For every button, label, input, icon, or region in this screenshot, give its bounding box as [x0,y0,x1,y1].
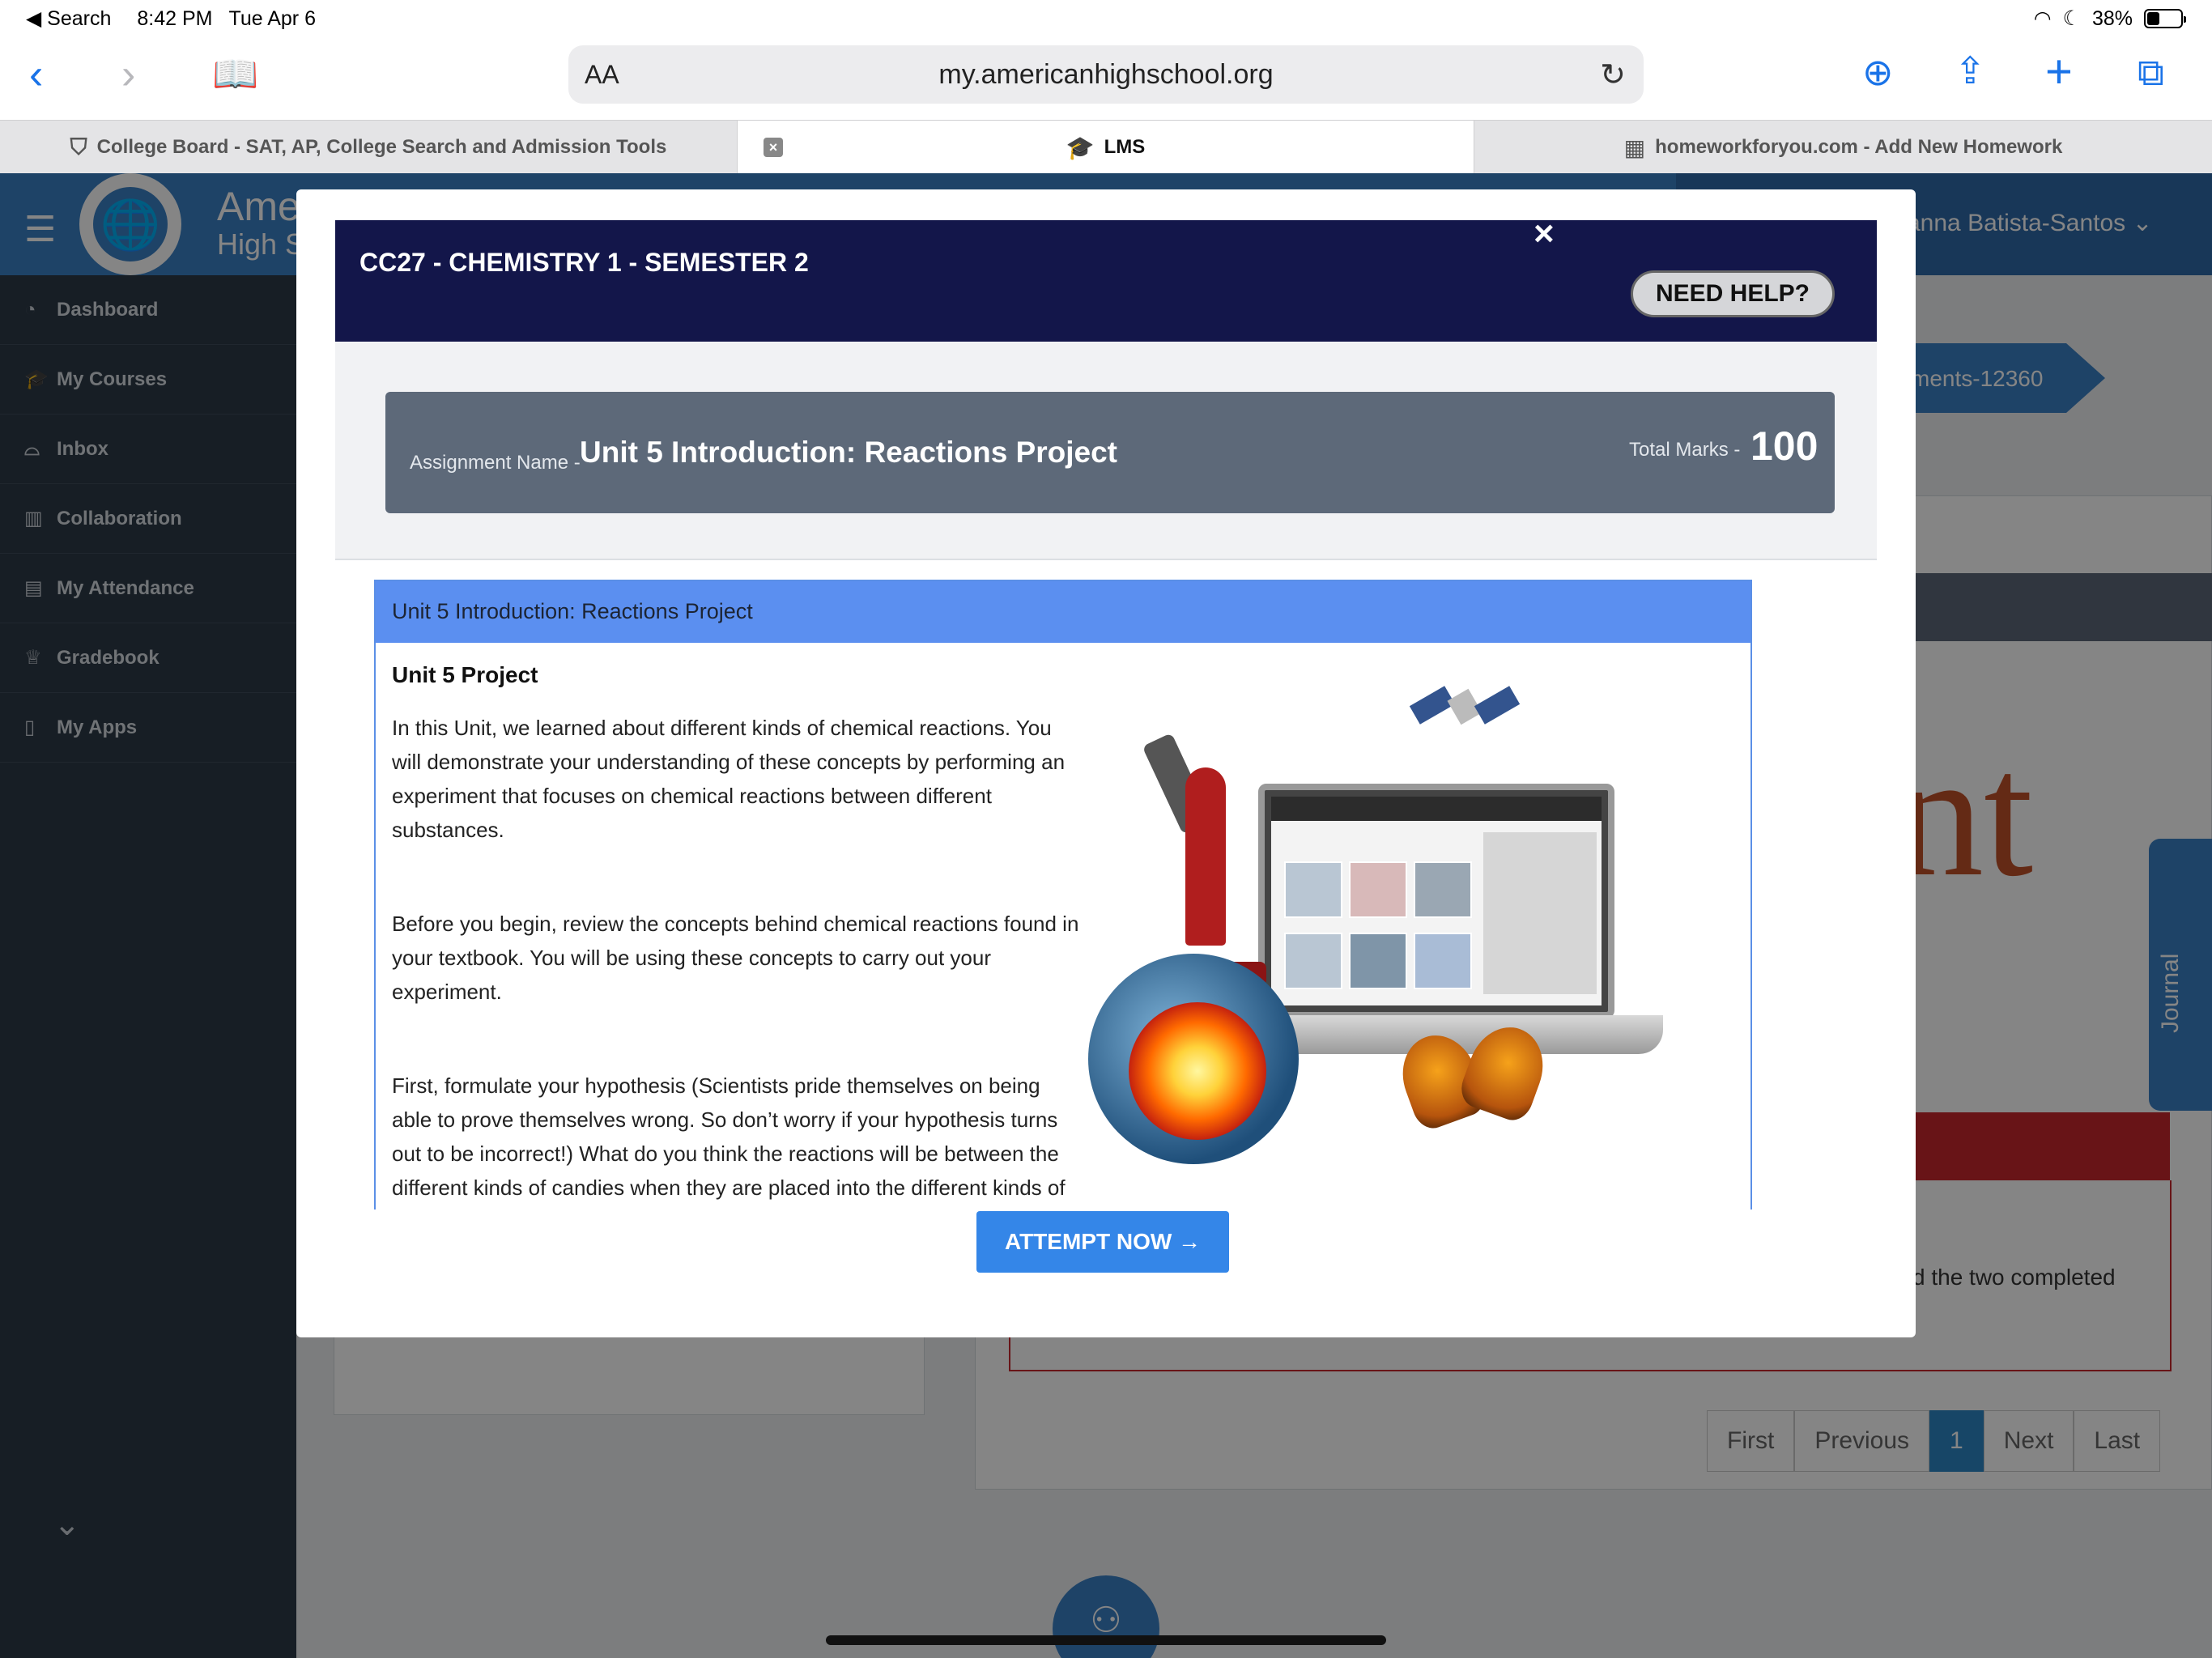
laptop-thumbnail [1284,933,1342,989]
earth-core [1129,1002,1266,1140]
close-modal-icon[interactable]: × [1534,214,1555,254]
graduation-cap-favicon-icon: 🎓 [1066,134,1095,160]
laptop-thumbnail [1349,933,1407,989]
wifi-icon: ◠ [2033,7,2052,30]
forward-arrow-icon[interactable]: › [121,53,135,96]
laptop-thumbnail [1414,933,1472,989]
browser-toolbar: ‹ › 📖 AA my.americanhighschool.org ↻ ⊕ ⇪… [0,39,2212,120]
status-time: 8:42 PM [137,6,213,30]
earth-cross-section-icon [1088,954,1299,1164]
laptop-display [1271,797,1602,1005]
battery-icon [2144,9,2186,28]
status-date: Tue Apr 6 [228,6,316,30]
tab-label: LMS [1104,136,1146,158]
satellite-panel [1409,686,1456,725]
back-arrow-icon[interactable]: ‹ [29,53,43,96]
laptop-thumbnail [1284,861,1342,918]
tab-label: homeworkforyou.com - Add New Homework [1655,136,2063,158]
paragraph-hypothesis: First, formulate your hypothesis (Scient… [392,1073,1066,1200]
assignment-name: Unit 5 Introduction: Reactions Project [580,436,1117,469]
modal-header: CC27 - CHEMISTRY 1 - SEMESTER 2 NEED HEL… [335,220,1877,342]
college-board-favicon-icon: ⛉ [70,134,87,159]
url-text[interactable]: my.americanhighschool.org [568,59,1644,91]
laptop-sidebar-panel [1483,832,1597,994]
text-size-button[interactable]: AA [585,60,619,90]
tab-label: College Board - SAT, AP, College Search … [96,136,667,158]
home-indicator [826,1635,1386,1645]
attempt-now-button[interactable]: ATTEMPT NOW → [976,1211,1229,1273]
tab-lms[interactable]: × 🎓 LMS [738,121,1474,174]
bookmarks-icon[interactable]: 📖 [212,55,258,92]
moon-icon: ☾ [2062,7,2081,30]
laptop-thumbnail [1349,861,1407,918]
assignment-info-bar: Assignment Name - Unit 5 Introduction: R… [385,392,1835,513]
download-icon[interactable]: ⊕ [1862,53,1894,91]
laptop-thumbnail [1414,861,1472,918]
total-marks-value: 100 [1750,423,1819,469]
close-tab-icon[interactable]: × [764,138,783,157]
paragraph-intro: In this Unit, we learned about different… [392,716,1066,842]
assignment-name-label: Assignment Name - [410,452,581,474]
tab-college-board[interactable]: ⛉ College Board - SAT, AP, College Searc… [0,121,738,174]
laptop-display-header [1271,797,1602,821]
reload-icon[interactable]: ↻ [1600,57,1626,93]
battery-percent: 38% [2091,6,2133,30]
share-icon[interactable]: ⇪ [1955,52,1986,89]
assignment-content-panel[interactable]: Unit 5 Introduction: Reactions Project U… [374,580,1752,1209]
tab-homeworkforyou[interactable]: ▦ homeworkforyou.com - Add New Homework [1474,121,2212,174]
laptop-screen [1258,784,1614,1018]
total-marks-label: Total Marks - [1629,439,1741,461]
battery-fill [2147,12,2159,25]
satellite-panel [1474,686,1521,725]
science-lab-illustration [1088,678,1704,1197]
status-bar: ◀ Search 8:42 PM Tue Apr 6 ◠ ☾ 38% [0,0,2212,39]
assignment-modal: CC27 - CHEMISTRY 1 - SEMESTER 2 NEED HEL… [296,189,1916,1337]
satellite-icon [1409,678,1521,743]
butterfly-icon [1390,1016,1555,1140]
tab-strip: ⛉ College Board - SAT, AP, College Searc… [0,120,2212,174]
back-to-search-link[interactable]: ◀ Search [26,6,111,31]
tab-overview-icon[interactable]: ⧉ [2138,53,2164,91]
project-heading: Unit 5 Project [392,662,538,687]
course-title: CC27 - CHEMISTRY 1 - SEMESTER 2 [359,248,809,277]
panel-title: Unit 5 Introduction: Reactions Project [376,581,1750,643]
paragraph-review: Before you begin, review the concepts be… [392,912,1079,1004]
address-bar[interactable]: AA my.americanhighschool.org ↻ [568,45,1644,104]
new-tab-icon[interactable]: + [2045,49,2073,96]
homework-favicon-icon: ▦ [1623,134,1646,160]
microscope-arm [1185,767,1226,946]
need-help-button[interactable]: NEED HELP? [1631,270,1835,317]
